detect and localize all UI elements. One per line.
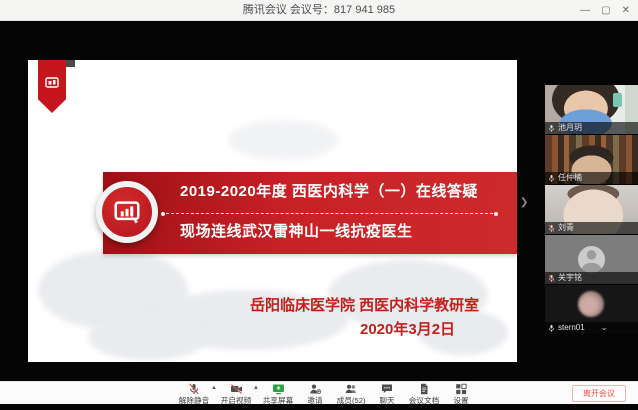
slide-date-text: 2020年3月2日 bbox=[360, 318, 455, 339]
slide-title-banner: 2019-2020年度 西医内科学（一）在线答疑 现场连线武汉雷神山一线抗疫医生 bbox=[103, 172, 517, 254]
ribbon-fold-tab bbox=[65, 60, 75, 67]
members-button[interactable]: 成员(52) bbox=[336, 383, 366, 406]
mic-device-caret-icon[interactable]: ▲ bbox=[211, 385, 217, 391]
share-screen-icon bbox=[272, 383, 285, 395]
meeting-docs-button[interactable]: 会议文档 bbox=[408, 383, 440, 406]
window-title: 腾讯会议 会议号：817 941 985 bbox=[0, 0, 638, 21]
participant-video[interactable]: 刘青 bbox=[545, 185, 638, 235]
map-decoration bbox=[88, 315, 208, 360]
settings-button[interactable]: 设置 bbox=[450, 383, 472, 406]
toolbar-button-group: ▲ 解除静音 ▲ bbox=[178, 383, 472, 406]
toolbar-label: 聊天 bbox=[380, 395, 395, 405]
invite-person-icon bbox=[309, 383, 321, 395]
participant-name-bar: stern01 ⌄ bbox=[545, 322, 638, 334]
window-controls: — ▢ ✕ bbox=[580, 0, 630, 21]
mic-icon bbox=[548, 174, 555, 183]
mic-muted-icon bbox=[548, 224, 555, 233]
chat-button[interactable]: 聊天 bbox=[376, 383, 398, 406]
toolbar-label: 邀请 bbox=[307, 395, 322, 405]
participant-name-bar: 任仲楠 bbox=[545, 172, 638, 184]
participant-name: 刘青 bbox=[558, 222, 574, 234]
camera-device-caret-icon[interactable]: ▲ bbox=[253, 385, 259, 391]
meeting-content-area: 2019-2020年度 西医内科学（一）在线答疑 现场连线武汉雷神山一线抗疫医生… bbox=[0, 21, 638, 410]
participant-name: 关宇铭 bbox=[558, 272, 582, 284]
participant-video[interactable]: 池月玥 bbox=[545, 85, 638, 135]
participant-name: stern01 bbox=[558, 322, 585, 334]
slide-title-line1: 2019-2020年度 西医内科学（一）在线答疑 bbox=[180, 180, 478, 201]
slide-organization-text: 岳阳临床医学院 西医内科学教研室 bbox=[250, 294, 479, 315]
participant-name-bar: 关宇铭 bbox=[545, 272, 638, 284]
mic-icon bbox=[548, 324, 555, 333]
leave-meeting-button[interactable]: 离开会议 bbox=[572, 385, 626, 402]
toolbar-label: 设置 bbox=[454, 395, 469, 405]
slide-title-line2: 现场连线武汉雷神山一线抗疫医生 bbox=[180, 220, 413, 241]
tencent-meeting-window: 腾讯会议 会议号：817 941 985 — ▢ ✕ bbox=[0, 0, 638, 410]
maximize-button[interactable]: ▢ bbox=[601, 6, 610, 16]
camera-off-icon bbox=[230, 383, 243, 395]
participant-video-list: 池月玥 任仲楠 bbox=[545, 85, 638, 335]
invite-button[interactable]: 邀请 bbox=[304, 383, 326, 406]
ribbon-bookmark-icon bbox=[38, 60, 66, 113]
meeting-toolbar: ▲ 解除静音 ▲ bbox=[0, 381, 638, 404]
start-video-button[interactable]: ▲ 开启视频 bbox=[220, 383, 252, 406]
toolbar-label: 成员(52) bbox=[337, 395, 366, 405]
chevron-down-icon[interactable]: ⌄ bbox=[601, 323, 608, 333]
map-decoration bbox=[228, 120, 338, 160]
toolbar-label: 解除静音 bbox=[179, 395, 209, 405]
participant-video[interactable]: 关宇铭 bbox=[545, 235, 638, 285]
minimize-button[interactable]: — bbox=[580, 6, 590, 16]
mic-icon bbox=[548, 124, 555, 133]
toolbar-label: 共享屏幕 bbox=[263, 395, 293, 405]
participant-video[interactable]: stern01 ⌄ bbox=[545, 285, 638, 335]
participant-name: 任仲楠 bbox=[558, 172, 582, 184]
participant-name-bar: 刘青 bbox=[545, 222, 638, 234]
participant-video[interactable]: 任仲楠 bbox=[545, 135, 638, 185]
sidebar-collapse-chevron-icon[interactable]: ❯ bbox=[520, 197, 528, 208]
ribbon-logo-icon bbox=[45, 77, 59, 88]
chat-bubble-icon bbox=[381, 383, 393, 395]
close-button[interactable]: ✕ bbox=[622, 6, 630, 16]
settings-grid-icon bbox=[455, 383, 467, 395]
banner-dotted-divider bbox=[166, 213, 493, 214]
mic-muted-icon bbox=[548, 274, 555, 283]
unmute-button[interactable]: ▲ 解除静音 bbox=[178, 383, 210, 406]
mic-muted-icon bbox=[188, 383, 200, 395]
document-icon bbox=[418, 383, 430, 395]
toolbar-label: 开启视频 bbox=[221, 395, 251, 405]
members-icon bbox=[345, 383, 357, 395]
participant-name-bar: 池月玥 bbox=[545, 122, 638, 134]
toolbar-label: 会议文档 bbox=[409, 395, 439, 405]
presentation-chart-icon bbox=[112, 197, 142, 227]
participant-name: 池月玥 bbox=[558, 122, 582, 134]
share-screen-button[interactable]: 共享屏幕 bbox=[262, 383, 294, 406]
shared-screen-slide: 2019-2020年度 西医内科学（一）在线答疑 现场连线武汉雷神山一线抗疫医生… bbox=[28, 60, 517, 362]
window-titlebar: 腾讯会议 会议号：817 941 985 — ▢ ✕ bbox=[0, 0, 638, 21]
slide-logo-badge bbox=[96, 181, 158, 243]
